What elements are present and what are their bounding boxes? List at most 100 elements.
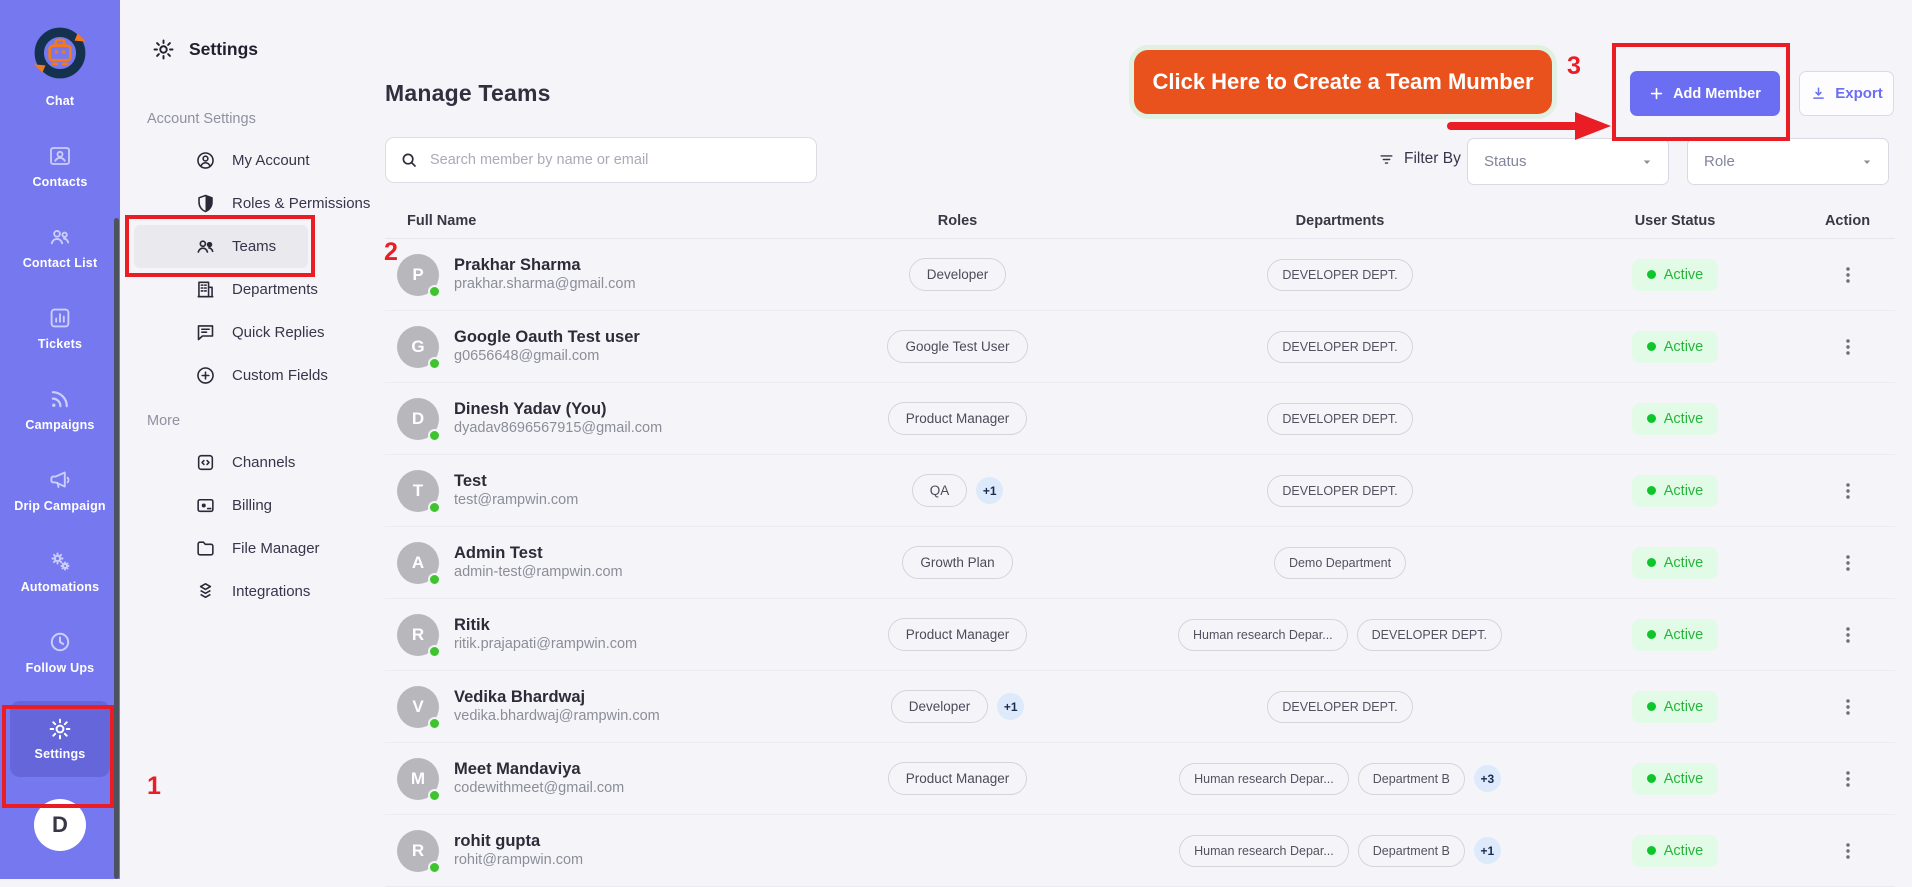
role-filter-dropdown[interactable]: Role xyxy=(1687,138,1889,185)
cell-departments: DEVELOPER DEPT. xyxy=(1130,691,1550,723)
member-email: prakhar.sharma@gmail.com xyxy=(454,275,636,294)
status-dot-icon xyxy=(1647,630,1656,639)
cell-user-status: Active xyxy=(1550,691,1800,723)
settings-nav-item-teams[interactable]: Teams xyxy=(134,225,308,268)
settings-nav-item-quick-replies[interactable]: Quick Replies xyxy=(120,311,375,354)
table-row: PPrakhar Sharmaprakhar.sharma@gmail.comD… xyxy=(385,239,1895,311)
scrollbar-thumb[interactable] xyxy=(114,218,119,879)
member-email: ritik.prajapati@rampwin.com xyxy=(454,635,637,654)
status-badge: Active xyxy=(1632,331,1719,363)
sidebar-item-automations[interactable]: Automations xyxy=(21,549,100,594)
cell-roles: Growth Plan xyxy=(785,546,1130,579)
row-actions-kebab-icon[interactable] xyxy=(1837,838,1859,864)
cell-user-status: Active xyxy=(1550,475,1800,507)
role-chip: Product Manager xyxy=(888,618,1028,651)
cell-roles: Developer +1 xyxy=(785,690,1130,723)
more-roles-badge[interactable]: +1 xyxy=(976,477,1003,504)
filter-icon xyxy=(1378,151,1395,168)
settings-nav-item-label: Integrations xyxy=(232,583,310,600)
export-button[interactable]: Export xyxy=(1799,71,1894,116)
row-actions-kebab-icon[interactable] xyxy=(1837,262,1859,288)
sidebar-item-chat[interactable]: Chat xyxy=(46,94,75,108)
more-departments-badge[interactable]: +1 xyxy=(1474,837,1501,864)
row-actions-kebab-icon[interactable] xyxy=(1837,478,1859,504)
column-header-full-name: Full Name xyxy=(385,213,785,229)
status-label: Active xyxy=(1664,771,1704,787)
status-filter-dropdown[interactable]: Status xyxy=(1467,138,1669,185)
add-member-label: Add Member xyxy=(1673,86,1761,102)
custom-fields-icon xyxy=(195,365,216,386)
settings-nav-item-integrations[interactable]: Integrations xyxy=(120,570,375,613)
cell-user-status: Active xyxy=(1550,619,1800,651)
sidebar-item-tickets[interactable]: Tickets xyxy=(38,306,82,351)
search-box[interactable] xyxy=(385,137,817,183)
status-dot-icon xyxy=(1647,342,1656,351)
settings-nav-item-billing[interactable]: Billing xyxy=(120,484,375,527)
row-actions-kebab-icon[interactable] xyxy=(1837,622,1859,648)
chevron-down-icon xyxy=(1640,155,1654,169)
member-avatar: M xyxy=(397,758,439,800)
row-actions-kebab-icon[interactable] xyxy=(1837,550,1859,576)
settings-nav-item-file-manager[interactable]: File Manager xyxy=(120,527,375,570)
department-chip: DEVELOPER DEPT. xyxy=(1267,691,1412,723)
status-label: Active xyxy=(1664,267,1704,283)
add-member-button[interactable]: Add Member xyxy=(1630,71,1780,116)
cell-roles: Google Test User xyxy=(785,330,1130,363)
cell-roles: QA+1 xyxy=(785,474,1130,507)
cell-roles: Product Manager xyxy=(785,618,1130,651)
cell-action xyxy=(1800,766,1895,792)
role-chip: Google Test User xyxy=(887,330,1027,363)
status-badge: Active xyxy=(1632,763,1719,795)
download-icon xyxy=(1810,85,1827,102)
status-dot-icon xyxy=(1647,774,1656,783)
table-row: RRitikritik.prajapati@rampwin.comProduct… xyxy=(385,599,1895,671)
role-chip: Developer xyxy=(891,690,989,723)
sidebar-item-contacts[interactable]: Contacts xyxy=(32,144,87,189)
member-email: g0656648@gmail.com xyxy=(454,347,640,366)
cell-full-name: TTesttest@rampwin.com xyxy=(385,470,785,512)
contact-list-icon xyxy=(48,225,72,249)
settings-nav-item-channels[interactable]: Channels xyxy=(120,441,375,484)
row-actions-kebab-icon[interactable] xyxy=(1837,766,1859,792)
online-status-dot xyxy=(428,285,441,298)
sidebar-item-label: Contacts xyxy=(32,175,87,189)
cell-user-status: Active xyxy=(1550,547,1800,579)
sidebar-item-label: Contact List xyxy=(23,256,98,270)
search-input[interactable] xyxy=(428,151,802,169)
member-name: Google Oauth Test user xyxy=(454,327,640,348)
table-row: VVedika Bhardwajvedika.bhardwaj@rampwin.… xyxy=(385,671,1895,743)
billing-icon xyxy=(195,495,216,516)
sidebar-item-follow-ups[interactable]: Follow Ups xyxy=(26,630,95,675)
member-email: test@rampwin.com xyxy=(454,491,578,510)
cell-departments: DEVELOPER DEPT. xyxy=(1130,259,1550,291)
department-chip: Human research Depar... xyxy=(1179,835,1349,867)
department-chip: Demo Department xyxy=(1274,547,1406,579)
sidebar-item-drip-campaign[interactable]: Drip Campaign xyxy=(14,468,106,513)
cell-action xyxy=(1800,622,1895,648)
status-badge: Active xyxy=(1632,547,1719,579)
settings-nav-item-departments[interactable]: Departments xyxy=(120,268,375,311)
row-actions-kebab-icon[interactable] xyxy=(1837,334,1859,360)
row-actions-kebab-icon[interactable] xyxy=(1837,694,1859,720)
settings-nav-item-label: Roles & Permissions xyxy=(232,195,370,212)
member-identity: Ritikritik.prajapati@rampwin.com xyxy=(454,615,637,654)
settings-nav-item-my-account[interactable]: My Account xyxy=(120,139,375,182)
status-badge: Active xyxy=(1632,403,1719,435)
sidebar-item-campaigns[interactable]: Campaigns xyxy=(25,387,94,432)
more-departments-badge[interactable]: +3 xyxy=(1474,765,1501,792)
department-chip: Human research Depar... xyxy=(1178,619,1348,651)
department-chip: Department B xyxy=(1358,835,1465,867)
sidebar-item-settings[interactable]: Settings xyxy=(10,701,110,777)
sidebar-item-contact-list[interactable]: Contact List xyxy=(23,225,98,270)
cell-user-status: Active xyxy=(1550,403,1800,435)
status-label: Active xyxy=(1664,555,1704,571)
settings-nav-item-roles-permissions[interactable]: Roles & Permissions xyxy=(120,182,375,225)
shield-icon xyxy=(195,193,216,214)
cell-departments: Demo Department xyxy=(1130,547,1550,579)
user-avatar[interactable]: D xyxy=(34,799,86,851)
settings-nav-item-label: Billing xyxy=(232,497,272,514)
status-label: Active xyxy=(1664,339,1704,355)
more-roles-badge[interactable]: +1 xyxy=(997,693,1024,720)
status-label: Active xyxy=(1664,627,1704,643)
settings-nav-item-custom-fields[interactable]: Custom Fields xyxy=(120,354,375,397)
